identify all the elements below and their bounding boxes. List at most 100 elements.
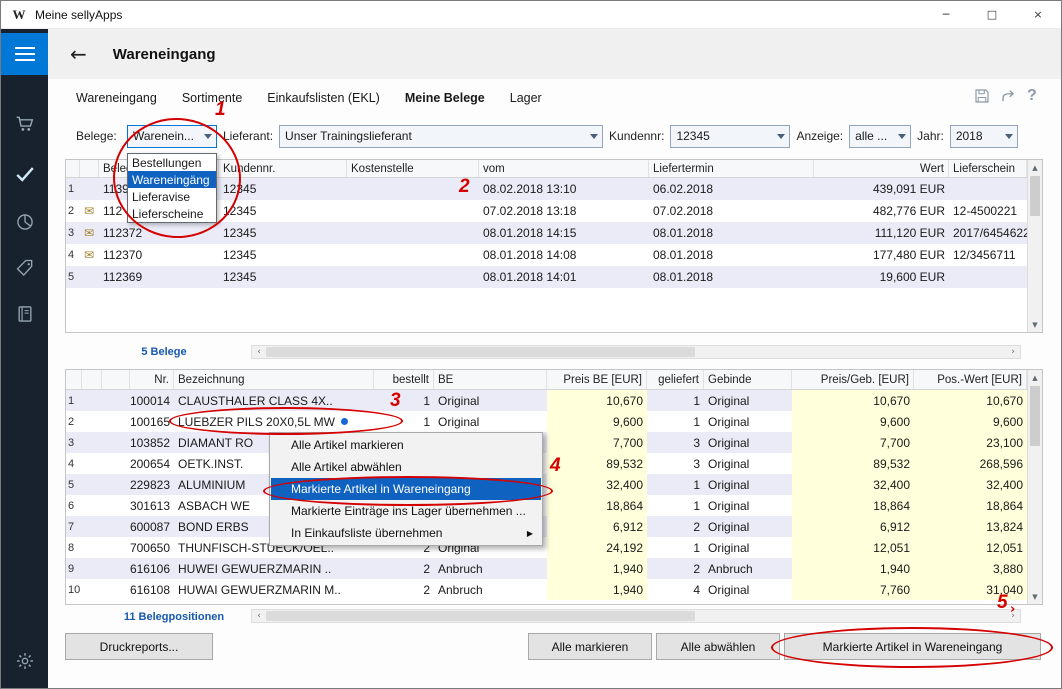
cell-bestellt: 1 <box>374 390 434 411</box>
cell-liefertermin: 08.01.2018 <box>649 266 814 288</box>
markierte-artikel-button[interactable]: Markierte Artikel in Wareneingang <box>784 633 1041 660</box>
maximize-button[interactable]: □ <box>969 1 1015 28</box>
article-name: BOND ERBS <box>178 520 249 534</box>
table-row[interactable]: 105616108HUWAI GEWUERZMARIN M..2Anbruch1… <box>66 579 1027 600</box>
scroll-up-icon[interactable]: ▲ <box>1028 160 1042 175</box>
menu-item-in-einkaufsliste-bernehmen[interactable]: In Einkaufsliste übernehmen▶ <box>271 522 541 544</box>
table-row[interactable]: 51123691234508.01.2018 14:0108.01.201819… <box>66 266 1027 288</box>
tab-wareneingang[interactable]: Wareneingang <box>76 91 157 105</box>
scrollbar-track[interactable] <box>266 346 1006 358</box>
cell-wert: 482,776 EUR <box>814 200 949 222</box>
table-row[interactable]: 3✉1123721234508.01.2018 14:1508.01.20181… <box>66 222 1027 244</box>
cell-preis_geb: 89,532 <box>792 453 914 474</box>
cell-be: Original <box>434 411 547 432</box>
save-icon[interactable] <box>973 87 991 105</box>
cell-c1 <box>82 579 102 600</box>
cell-gebinde: Original <box>704 432 792 453</box>
cell-vom: 08.01.2018 14:15 <box>479 222 649 244</box>
table-row[interactable]: 8700650THUNFISCH-STUECK/OEL..2Original24… <box>66 537 1027 558</box>
cell-bestellt: 2 <box>374 558 434 579</box>
cell-nr: 103852 <box>130 432 174 453</box>
cell-kundennr: 12345 <box>219 244 347 266</box>
belege-value: Warenein... <box>133 129 200 143</box>
menu-item-markierte-eintr-ge-ins-lager-bernehmen[interactable]: Markierte Einträge ins Lager übernehmen … <box>271 500 541 522</box>
cell-preis_be: 24,192 <box>547 537 647 558</box>
cell-beleg: 112369 <box>99 266 219 288</box>
tab-einkaufslisten-ekl[interactable]: Einkaufslisten (EKL) <box>267 91 380 105</box>
table-row[interactable]: 5229823ALUMINIUM32,4001Original32,40032,… <box>66 474 1027 495</box>
druckreports-button[interactable]: Druckreports... <box>65 633 213 660</box>
lieferant-select[interactable]: Unser Trainingslieferant <box>279 125 603 148</box>
sidebar-item-journal[interactable] <box>1 295 48 333</box>
column-header: vom <box>479 160 649 177</box>
scroll-up-icon[interactable]: ▲ <box>1028 370 1042 385</box>
help-icon[interactable]: ? <box>1027 87 1037 105</box>
sidebar-item-prices[interactable] <box>1 249 48 287</box>
back-button[interactable]: ← <box>70 44 87 64</box>
menu-item-alle-artikel-markieren[interactable]: Alle Artikel markieren <box>271 434 541 456</box>
table-row[interactable]: 4200654OETK.INST.89,5323Original89,53226… <box>66 453 1027 474</box>
close-button[interactable]: × <box>1015 1 1061 28</box>
scrollbar-thumb[interactable] <box>266 611 695 621</box>
sidebar-item-cart[interactable] <box>1 105 48 143</box>
dropdown-option-wareneing-ng[interactable]: Wareneingäng <box>128 171 216 188</box>
sidebar-item-goods-receipt[interactable] <box>1 155 48 193</box>
scrollbar-thumb[interactable] <box>1030 176 1040 216</box>
cell-bezeichnung: HUWEI GEWUERZMARIN .. <box>174 558 374 579</box>
cell-kostenstelle <box>347 266 479 288</box>
scroll-right-icon[interactable]: › <box>1006 610 1020 622</box>
upper-horizontal-scrollbar[interactable]: ‹ › <box>251 345 1021 359</box>
tab-lager[interactable]: Lager <box>510 91 542 105</box>
table-row[interactable]: 4✉1123701234508.01.2018 14:0808.01.20181… <box>66 244 1027 266</box>
cell-liefertermin: 07.02.2018 <box>649 200 814 222</box>
tab-sortimente[interactable]: Sortimente <box>182 91 242 105</box>
alle-abwaehlen-button[interactable]: Alle abwählen <box>656 633 780 660</box>
table-row[interactable]: 95616106HUWEI GEWUERZMARIN ..2Anbruch1,9… <box>66 558 1027 579</box>
tab-meine-belege[interactable]: Meine Belege <box>405 91 485 105</box>
alle-markieren-button[interactable]: Alle markieren <box>528 633 652 660</box>
table-row[interactable]: 3103852DIAMANT RO7,7003Original7,70023,1… <box>66 432 1027 453</box>
cell-pos_wert: 32,400 <box>914 474 1027 495</box>
cell-c1 <box>82 474 102 495</box>
anzeige-select[interactable]: alle ... <box>849 125 911 148</box>
table-row[interactable]: 7600087BOND ERBS6,9122Original6,91213,82… <box>66 516 1027 537</box>
table-row[interactable]: 2100165LUEBZER PILS 20X0,5L MW1Original9… <box>66 411 1027 432</box>
scrollbar-thumb[interactable] <box>266 347 695 357</box>
cell-c1 <box>82 390 102 411</box>
scroll-left-icon[interactable]: ‹ <box>252 610 266 622</box>
kundennr-select[interactable]: 12345 <box>670 125 790 148</box>
dropdown-option-lieferavise[interactable]: Lieferavise <box>128 188 216 205</box>
table-row[interactable]: 6301613ASBACH WE18,8641Original18,86418,… <box>66 495 1027 516</box>
cell-preis_geb: 18,864 <box>792 495 914 516</box>
menu-item-markierte-artikel-in-wareneingang[interactable]: Markierte Artikel in Wareneingang <box>271 478 541 500</box>
menu-item-alle-artikel-abw-hlen[interactable]: Alle Artikel abwählen <box>271 456 541 478</box>
table-row[interactable]: 1100014CLAUSTHALER CLASS 4X..1Original10… <box>66 390 1027 411</box>
jahr-select[interactable]: 2018 <box>950 125 1018 148</box>
book-icon <box>15 304 35 324</box>
sidebar-item-reports[interactable] <box>1 203 48 241</box>
dropdown-option-bestellungen[interactable]: Bestellungen <box>128 154 216 171</box>
cell-kostenstelle <box>347 222 479 244</box>
scrollbar-track[interactable] <box>266 610 1006 622</box>
upper-vertical-scrollbar[interactable]: ▲ ▼ <box>1027 160 1042 332</box>
settings-button[interactable] <box>1 642 48 680</box>
toolbar: ? <box>973 87 1037 105</box>
scroll-down-icon[interactable]: ▼ <box>1028 589 1042 604</box>
scroll-right-icon[interactable]: › <box>1006 346 1020 358</box>
scroll-left-icon[interactable]: ‹ <box>252 346 266 358</box>
dropdown-option-lieferscheine[interactable]: Lieferscheine <box>128 205 216 222</box>
minimize-button[interactable]: ─ <box>923 1 969 28</box>
lower-vertical-scrollbar[interactable]: ▲ ▼ <box>1027 370 1042 604</box>
article-name: ALUMINIUM <box>178 478 245 492</box>
scroll-down-icon[interactable]: ▼ <box>1028 317 1042 332</box>
menu-button[interactable] <box>1 33 48 75</box>
scrollbar-thumb[interactable] <box>1030 386 1040 446</box>
forward-icon[interactable] <box>1000 87 1018 105</box>
cell-preis_geb: 10,670 <box>792 390 914 411</box>
titlebar: W Meine sellyApps ─ □ × <box>1 1 1061 29</box>
jahr-value: 2018 <box>956 129 1001 143</box>
mail-icon: ✉ <box>84 249 94 261</box>
belege-select[interactable]: Warenein... <box>127 125 217 148</box>
lower-horizontal-scrollbar[interactable]: ‹ › <box>251 609 1021 623</box>
tab-bar: Wareneingang Sortimente Einkaufslisten (EK… <box>76 91 542 105</box>
